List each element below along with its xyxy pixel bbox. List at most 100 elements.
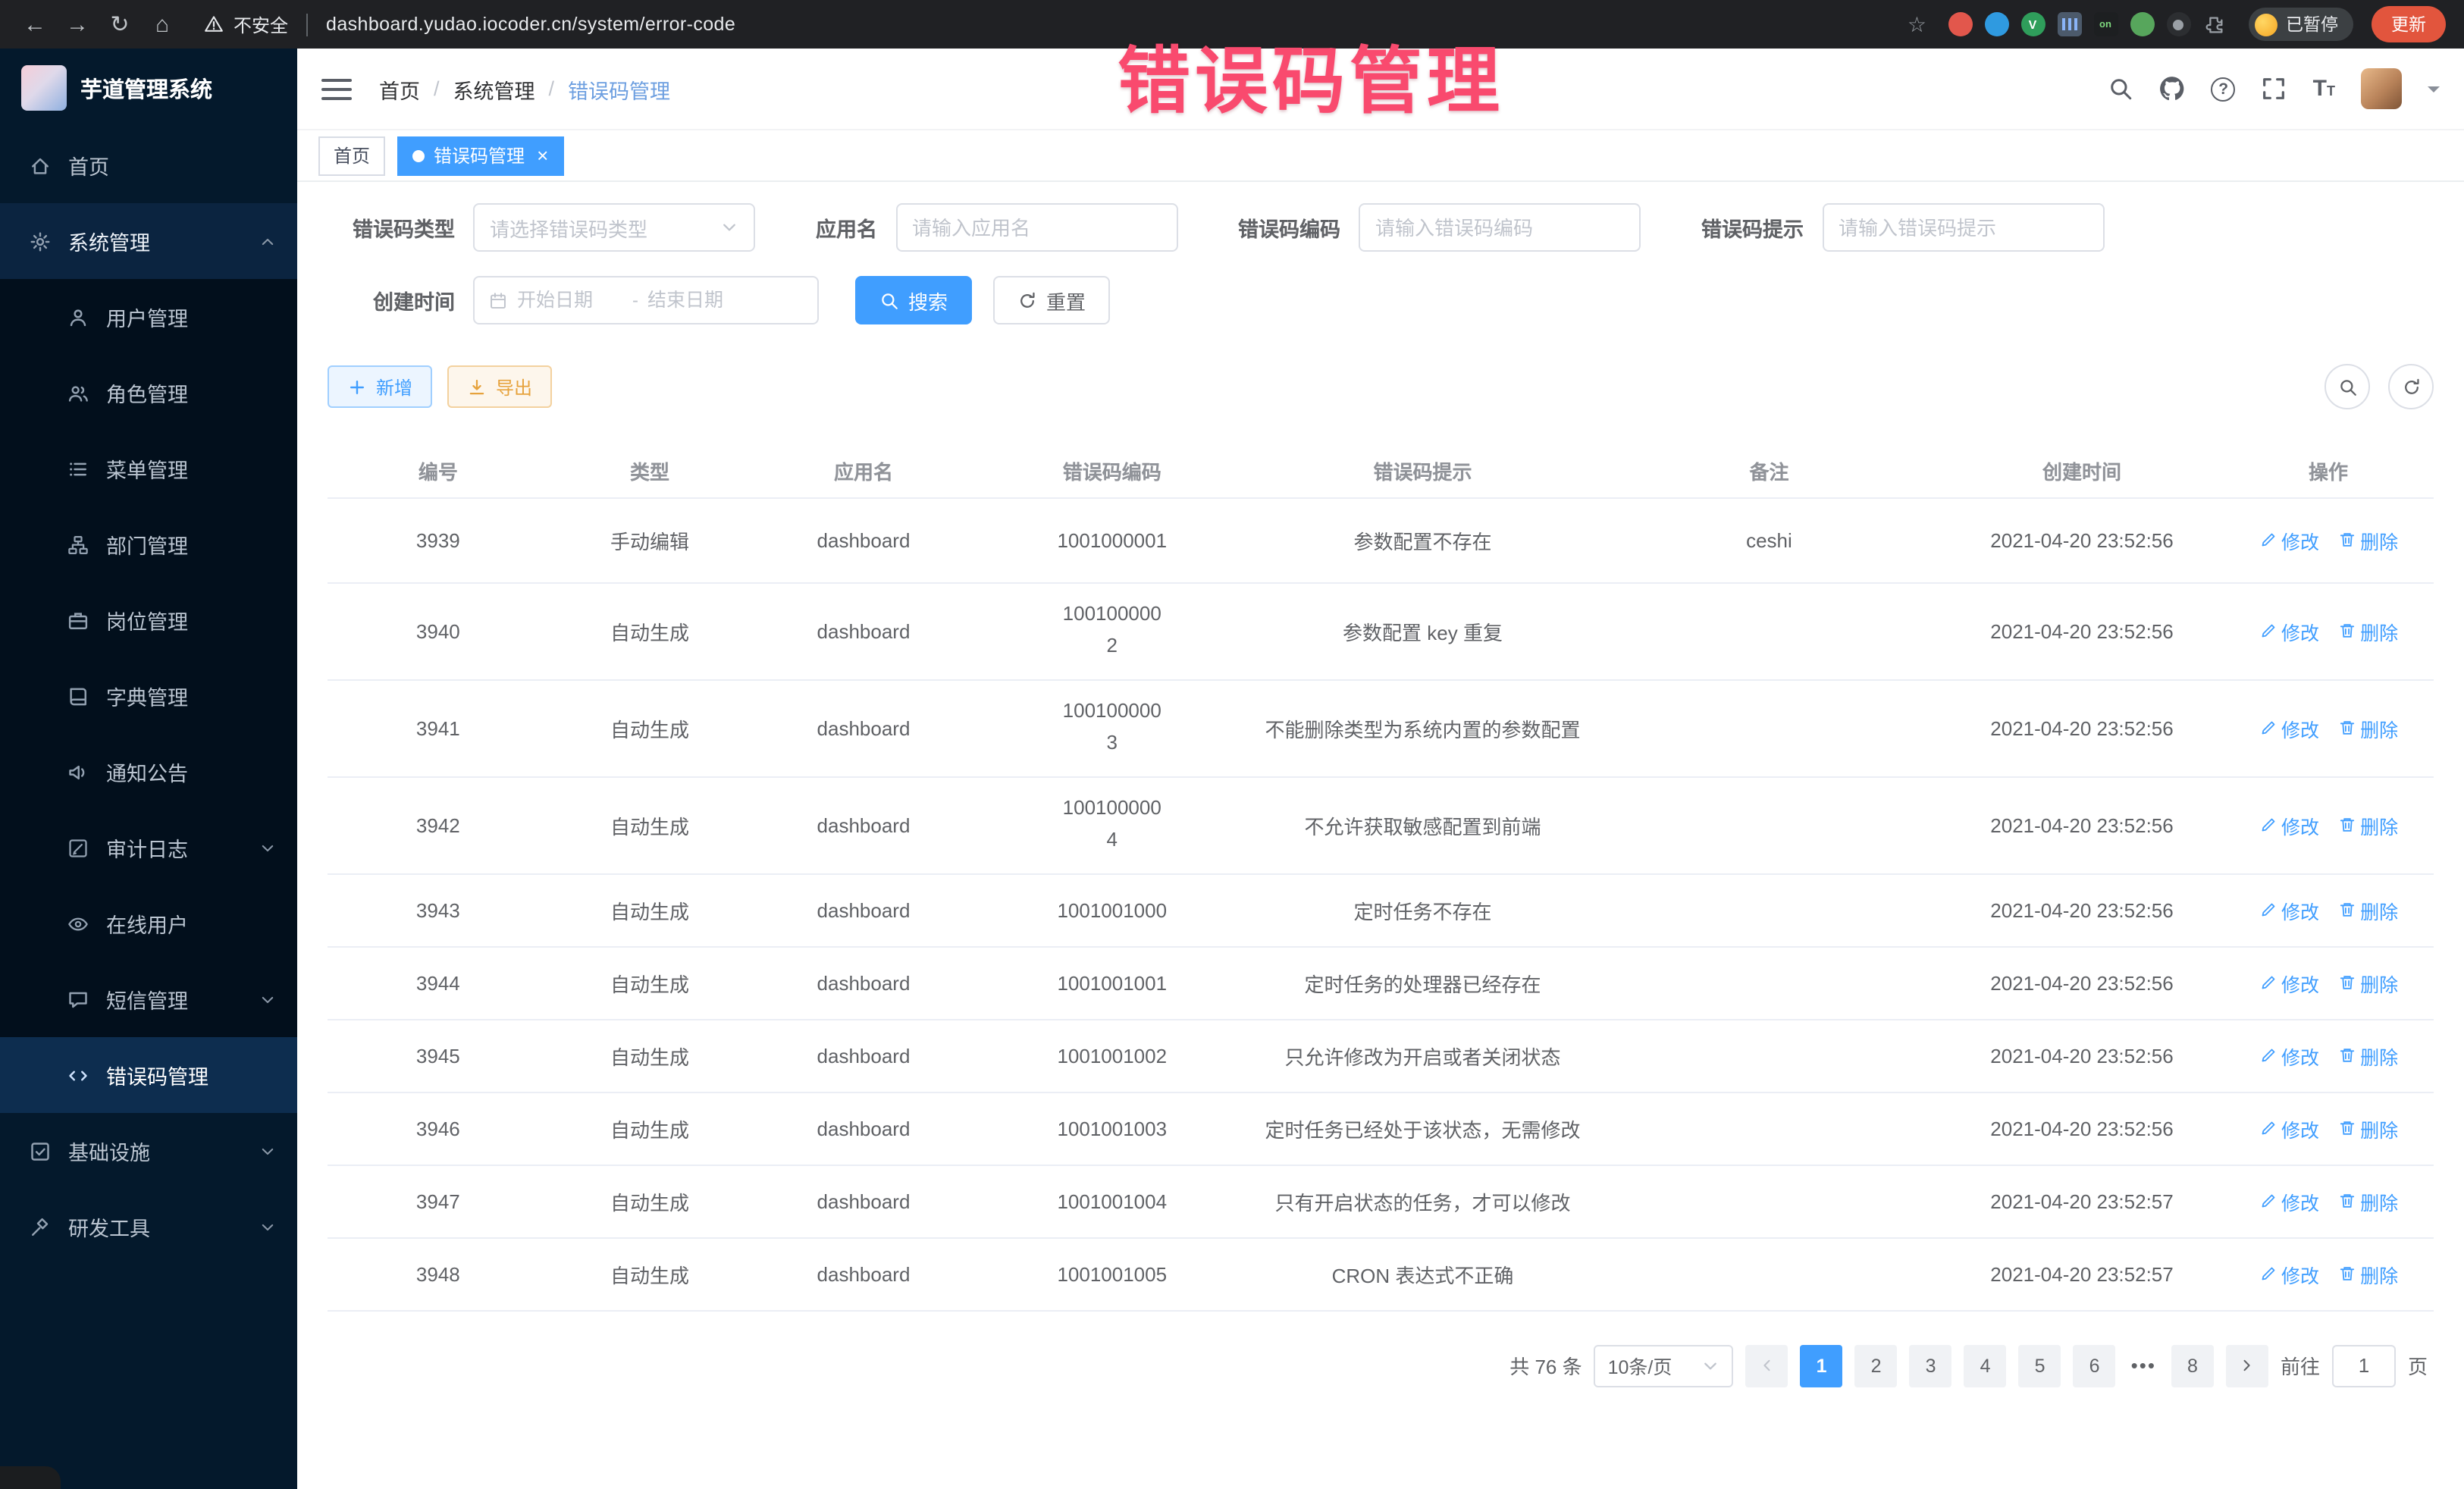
address-bar[interactable]: dashboard.yudao.iocoder.cn/system/error-…	[326, 14, 735, 35]
end-date-input[interactable]	[647, 290, 754, 311]
browser-update-button[interactable]: 更新	[2372, 6, 2446, 42]
page-button-8[interactable]: 8	[2171, 1344, 2214, 1387]
page-button-4[interactable]: 4	[1964, 1344, 2007, 1387]
search-icon[interactable]	[2108, 76, 2134, 102]
goto-page-input[interactable]	[2332, 1344, 2396, 1387]
extension-icon[interactable]	[2057, 12, 2081, 36]
error-type-select[interactable]: 请选择错误码类型	[473, 203, 755, 252]
delete-button[interactable]: 删除	[2337, 810, 2398, 839]
tab-error-codes[interactable]: 错误码管理 ×	[397, 136, 563, 175]
fullscreen-icon[interactable]	[2262, 76, 2287, 102]
error-code-input[interactable]	[1375, 216, 1624, 239]
edit-button[interactable]: 修改	[2259, 1186, 2319, 1215]
page-button-6[interactable]: 6	[2074, 1344, 2116, 1387]
edit-button[interactable]: 修改	[2259, 895, 2319, 924]
help-icon[interactable]: ?	[2212, 77, 2236, 101]
edit-button[interactable]: 修改	[2259, 713, 2319, 742]
sidebar-item-online-users[interactable]: 在线用户	[0, 886, 297, 961]
delete-icon	[2337, 1192, 2356, 1210]
sidebar-item-sms[interactable]: 短信管理	[0, 961, 297, 1037]
start-date-input[interactable]	[517, 290, 623, 311]
browser-profile-chip[interactable]: 已暂停	[2248, 8, 2353, 41]
page-button-2[interactable]: 2	[1855, 1344, 1898, 1387]
delete-button[interactable]: 删除	[2337, 895, 2398, 924]
edit-button[interactable]: 修改	[2259, 968, 2319, 997]
browser-back-icon[interactable]: ←	[18, 8, 52, 41]
browser-forward-icon[interactable]: →	[61, 8, 94, 41]
sidebar-item-dictionary[interactable]: 字典管理	[0, 658, 297, 734]
delete-button[interactable]: 删除	[2337, 713, 2398, 742]
breadcrumb-section[interactable]: 系统管理	[453, 74, 535, 104]
refresh-table-button[interactable]	[2388, 364, 2434, 409]
browser-home-icon[interactable]: ⌂	[146, 8, 179, 41]
delete-button[interactable]: 删除	[2337, 1259, 2398, 1288]
extension-icon[interactable]	[2130, 12, 2154, 36]
delete-button[interactable]: 删除	[2337, 1041, 2398, 1070]
next-page-button[interactable]	[2226, 1344, 2268, 1387]
date-range-picker[interactable]: -	[473, 276, 819, 324]
toggle-search-button[interactable]	[2324, 364, 2370, 409]
search-button[interactable]: 搜索	[855, 276, 972, 324]
cell-type: 自动生成	[549, 1092, 751, 1165]
cell-app: dashboard	[751, 776, 976, 873]
sidebar-item-posts[interactable]: 岗位管理	[0, 582, 297, 658]
sidebar-item-notices[interactable]: 通知公告	[0, 734, 297, 810]
sidebar-item-audit-log[interactable]: 审计日志	[0, 810, 297, 886]
pagination-total: 共 76 条	[1509, 1351, 1582, 1380]
page-button-5[interactable]: 5	[2019, 1344, 2061, 1387]
bookmark-star-icon[interactable]: ☆	[1908, 11, 1926, 37]
extension-icon[interactable]: on	[2093, 12, 2118, 36]
breadcrumb-home[interactable]: 首页	[379, 74, 420, 104]
sidebar-item-infrastructure[interactable]: 基础设施	[0, 1113, 297, 1189]
font-size-icon[interactable]: TT	[2313, 77, 2335, 100]
page-button-3[interactable]: 3	[1910, 1344, 1952, 1387]
edit-button[interactable]: 修改	[2259, 1114, 2319, 1143]
delete-button[interactable]: 删除	[2337, 525, 2398, 554]
extension-icon[interactable]	[1948, 12, 1972, 36]
sidebar-item-dev-tools[interactable]: 研发工具	[0, 1189, 297, 1265]
extension-icon[interactable]: V	[2020, 12, 2045, 36]
delete-button[interactable]: 删除	[2337, 1186, 2398, 1215]
delete-icon	[2337, 973, 2356, 992]
tab-home[interactable]: 首页	[318, 136, 385, 175]
edit-button[interactable]: 修改	[2259, 810, 2319, 839]
prev-page-button[interactable]	[1746, 1344, 1788, 1387]
extension-icon[interactable]	[1984, 12, 2008, 36]
page-size-select[interactable]: 10条/页	[1594, 1344, 1734, 1387]
edit-button[interactable]: 修改	[2259, 525, 2319, 554]
breadcrumb-current: 错误码管理	[568, 74, 670, 104]
browser-reload-icon[interactable]: ↻	[103, 8, 136, 41]
extension-icon[interactable]	[2166, 12, 2190, 36]
sidebar-item-error-codes[interactable]: 错误码管理	[0, 1037, 297, 1113]
tab-close-icon[interactable]: ×	[537, 146, 548, 165]
sidebar-item-system[interactable]: 系统管理	[0, 203, 297, 279]
github-icon[interactable]	[2160, 76, 2186, 102]
page-button-1[interactable]: 1	[1801, 1344, 1843, 1387]
more-pages-button[interactable]: •••	[2128, 1354, 2159, 1377]
app-name-input[interactable]	[912, 216, 1161, 239]
reset-button[interactable]: 重置	[993, 276, 1110, 324]
error-hint-input[interactable]	[1839, 216, 2087, 239]
sidebar-item-home[interactable]: 首页	[0, 127, 297, 203]
user-avatar[interactable]	[2361, 68, 2402, 109]
avatar-caret-icon[interactable]	[2428, 86, 2440, 98]
cell-remark	[1597, 873, 1941, 946]
sidebar-item-departments[interactable]: 部门管理	[0, 506, 297, 582]
edit-button[interactable]: 修改	[2259, 1041, 2319, 1070]
edit-button[interactable]: 修改	[2259, 616, 2319, 645]
delete-button[interactable]: 删除	[2337, 616, 2398, 645]
sidebar-item-menus[interactable]: 菜单管理	[0, 431, 297, 506]
sidebar-toggle-icon[interactable]	[321, 72, 352, 105]
range-separator: -	[632, 290, 638, 311]
sidebar-item-roles[interactable]: 角色管理	[0, 355, 297, 431]
delete-button[interactable]: 删除	[2337, 1114, 2398, 1143]
extensions-puzzle-icon[interactable]	[2202, 12, 2227, 36]
delete-button[interactable]: 删除	[2337, 968, 2398, 997]
profile-avatar	[2254, 13, 2277, 36]
add-button[interactable]: 新增	[328, 365, 432, 408]
export-button[interactable]: 导出	[447, 365, 552, 408]
security-chip[interactable]: 不安全	[203, 11, 288, 37]
cell-code: 1001001001	[977, 946, 1248, 1019]
edit-button[interactable]: 修改	[2259, 1259, 2319, 1288]
sidebar-item-users[interactable]: 用户管理	[0, 279, 297, 355]
